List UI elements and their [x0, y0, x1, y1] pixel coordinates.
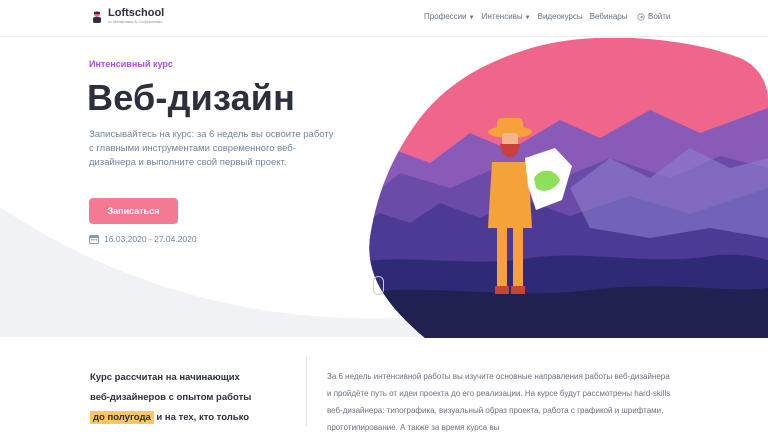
course-about-text: За 6 недель интенсивной работы вы изучит… [327, 372, 671, 432]
course-type-label: Интенсивный курс [89, 59, 173, 69]
site-header: Loftschool от Мегаплана & Софтконтакт Пр… [0, 0, 768, 37]
logo[interactable]: Loftschool от Мегаплана & Софтконтакт [90, 8, 164, 25]
dates-text: 16.03.2020 - 27.04.2020 [104, 234, 197, 244]
nav-label: Профессии [424, 12, 467, 21]
page-title: Веб-дизайн [87, 77, 296, 118]
calendar-icon [89, 235, 99, 244]
login-label: Войти [648, 12, 671, 21]
chevron-down-icon: ▼ [468, 15, 475, 21]
audience-line-rest: и на тех, кто только [153, 412, 250, 423]
nav-item-videocourses[interactable]: Видеокурсы [538, 12, 583, 21]
nav-item-professions[interactable]: Профессии ▼ [424, 12, 475, 21]
nav-item-webinars[interactable]: Вебинары [590, 12, 628, 21]
logo-icon [93, 10, 101, 23]
audience-highlight: до полугода [90, 411, 154, 424]
course-info-section: Курс рассчитан на начинающих веб-дизайне… [0, 350, 768, 432]
course-description: Записывайтесь на курс: за 6 недель вы ос… [89, 129, 334, 168]
login-link[interactable]: Войти [637, 12, 670, 21]
enroll-button[interactable]: Записаться [89, 198, 178, 224]
main-nav: Профессии ▼ Интенсивы ▼ Видеокурсы Вебинар… [424, 12, 635, 21]
section-divider [306, 356, 307, 426]
login-icon [637, 12, 645, 21]
logo-subtitle: от Мегаплана & Софтконтакт [108, 19, 163, 24]
nav-item-intensives[interactable]: Интенсивы ▼ [482, 12, 531, 21]
course-dates: 16.03.2020 - 27.04.2020 [89, 234, 197, 244]
audience-line: до полугода и на тех, кто только [90, 408, 290, 428]
nav-label: Интенсивы [481, 12, 523, 21]
chevron-down-icon: ▼ [524, 15, 531, 21]
audience-line: веб-дизайнеров с опытом работы [90, 392, 252, 403]
audience-line: Курс рассчитан на начинающих [90, 372, 240, 383]
audience-text: Курс рассчитан на начинающих веб-дизайне… [90, 368, 290, 428]
hero-illustration [369, 38, 768, 338]
logo-name: Loftschool [108, 7, 165, 19]
scroll-down-indicator[interactable] [373, 276, 384, 295]
